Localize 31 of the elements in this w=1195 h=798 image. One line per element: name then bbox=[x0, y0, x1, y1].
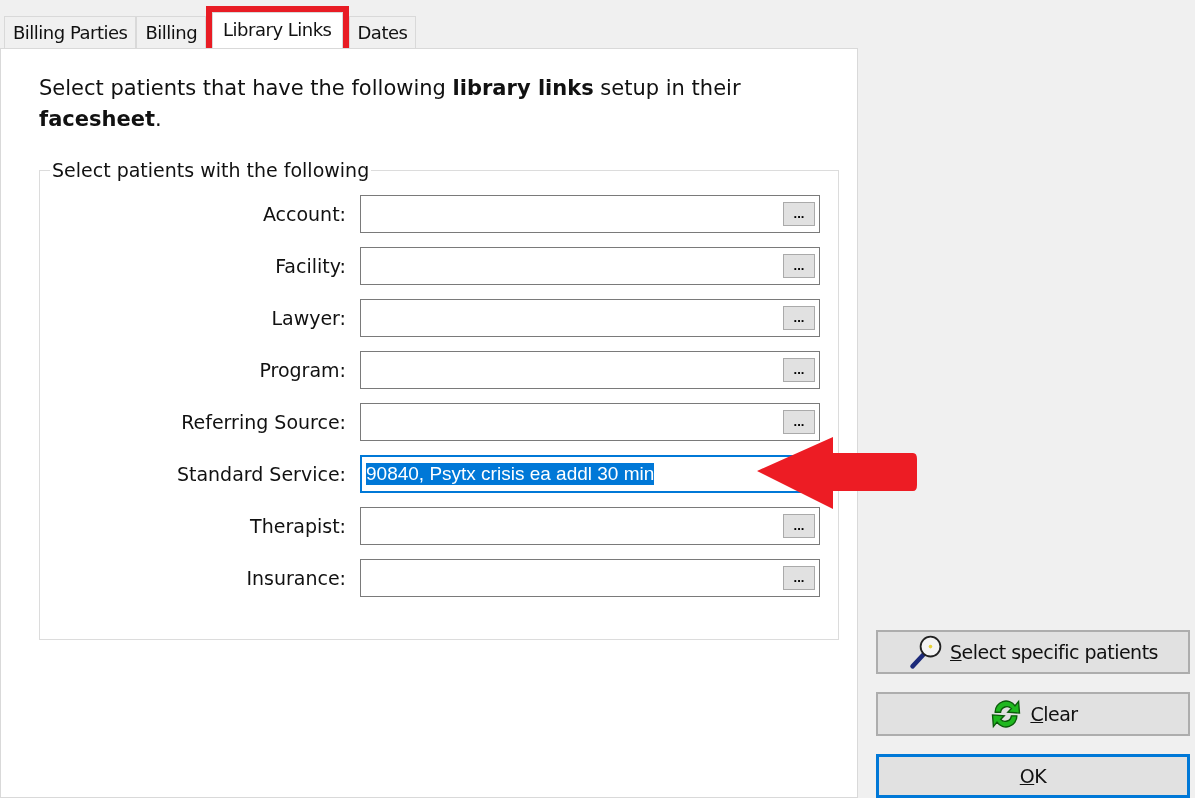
field-label: Insurance: bbox=[245, 567, 347, 589]
instructions-text: Select patients that have the following library links setup in their facesheet. bbox=[39, 75, 742, 133]
browse-button[interactable]: ... bbox=[783, 306, 815, 330]
input-field[interactable]: ... bbox=[360, 247, 820, 285]
tab[interactable]: Billing bbox=[136, 16, 207, 48]
browse-button[interactable]: ... bbox=[783, 410, 815, 434]
input-field[interactable]: ... bbox=[360, 195, 820, 233]
browse-button[interactable]: ... bbox=[783, 358, 815, 382]
input-field[interactable]: ... bbox=[360, 351, 820, 389]
field-label: Therapist: bbox=[249, 515, 347, 537]
dialog-button[interactable]: OK bbox=[876, 754, 1190, 798]
magnifier-icon bbox=[908, 634, 944, 670]
input-field[interactable]: ... bbox=[360, 559, 820, 597]
browse-button[interactable]: ... bbox=[783, 202, 815, 226]
group-title: Select patients with the following bbox=[51, 159, 371, 181]
browse-button[interactable]: ... bbox=[783, 566, 815, 590]
field-label: Facility: bbox=[274, 255, 347, 277]
browse-button[interactable]: ... bbox=[783, 254, 815, 278]
field-label: Program: bbox=[258, 359, 347, 381]
field-label: Standard Service: bbox=[175, 463, 347, 485]
tab[interactable]: Dates bbox=[348, 16, 417, 48]
input-field[interactable]: ... bbox=[360, 403, 820, 441]
dialog-button[interactable]: Clear bbox=[876, 692, 1190, 736]
input-field[interactable]: ... bbox=[360, 299, 820, 337]
dialog-button[interactable]: Select specific patients bbox=[876, 630, 1190, 674]
tab[interactable]: Billing Parties bbox=[4, 16, 137, 48]
field-label: Lawyer: bbox=[270, 307, 347, 329]
field-label: Referring Source: bbox=[180, 411, 347, 433]
browse-button[interactable]: ... bbox=[783, 514, 815, 538]
field-label: Account: bbox=[261, 203, 347, 225]
input-field[interactable]: ... bbox=[360, 507, 820, 545]
